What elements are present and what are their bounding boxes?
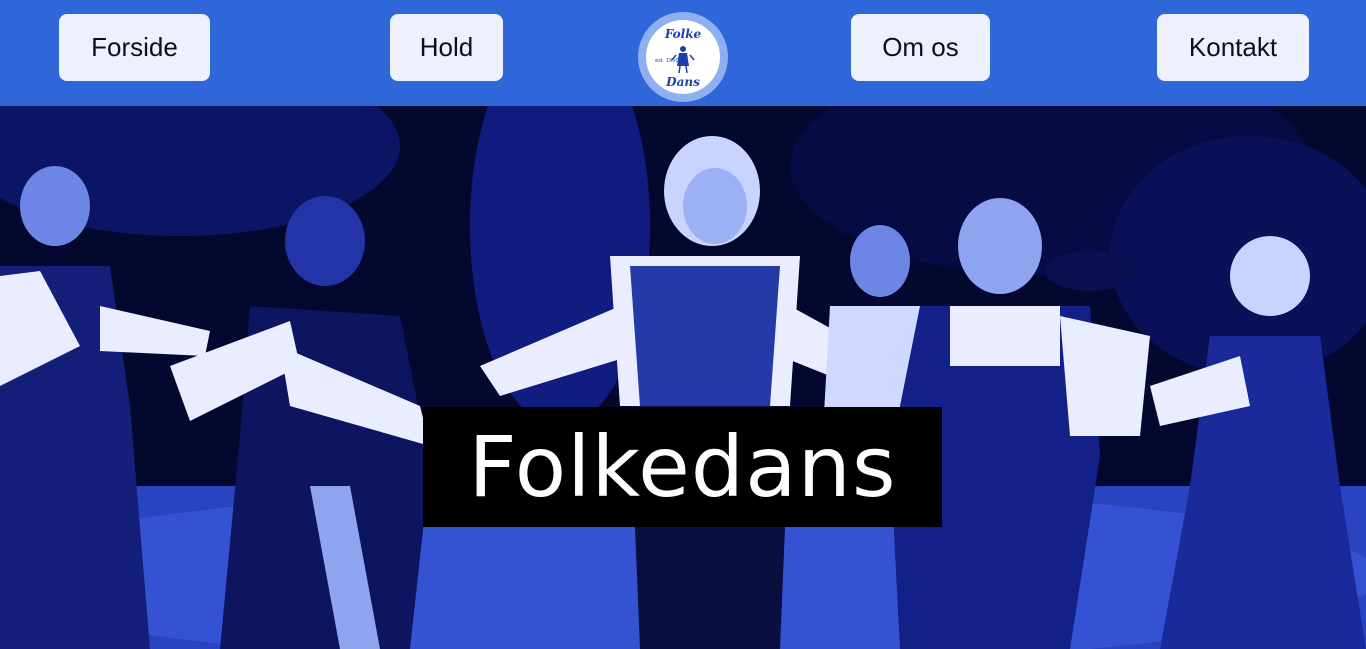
nav-forside-button[interactable]: Forside	[59, 14, 210, 81]
logo-bottom-text: Dans	[666, 75, 700, 89]
folk-dancers-photo	[0, 106, 1366, 649]
hero-title: Folkedans	[468, 418, 897, 516]
nav-hold-button[interactable]: Hold	[390, 14, 503, 81]
top-navbar: Forside Hold Folke est. 1950 Dans Om os …	[0, 0, 1366, 106]
hero-title-box: Folkedans	[423, 407, 942, 527]
nav-om-os-button[interactable]: Om os	[851, 14, 990, 81]
hero-banner: Folkedans	[0, 106, 1366, 649]
site-logo[interactable]: Folke est. 1950 Dans	[638, 12, 728, 102]
logo-badge: Folke est. 1950 Dans	[646, 20, 720, 94]
nav-kontakt-button[interactable]: Kontakt	[1157, 14, 1309, 81]
